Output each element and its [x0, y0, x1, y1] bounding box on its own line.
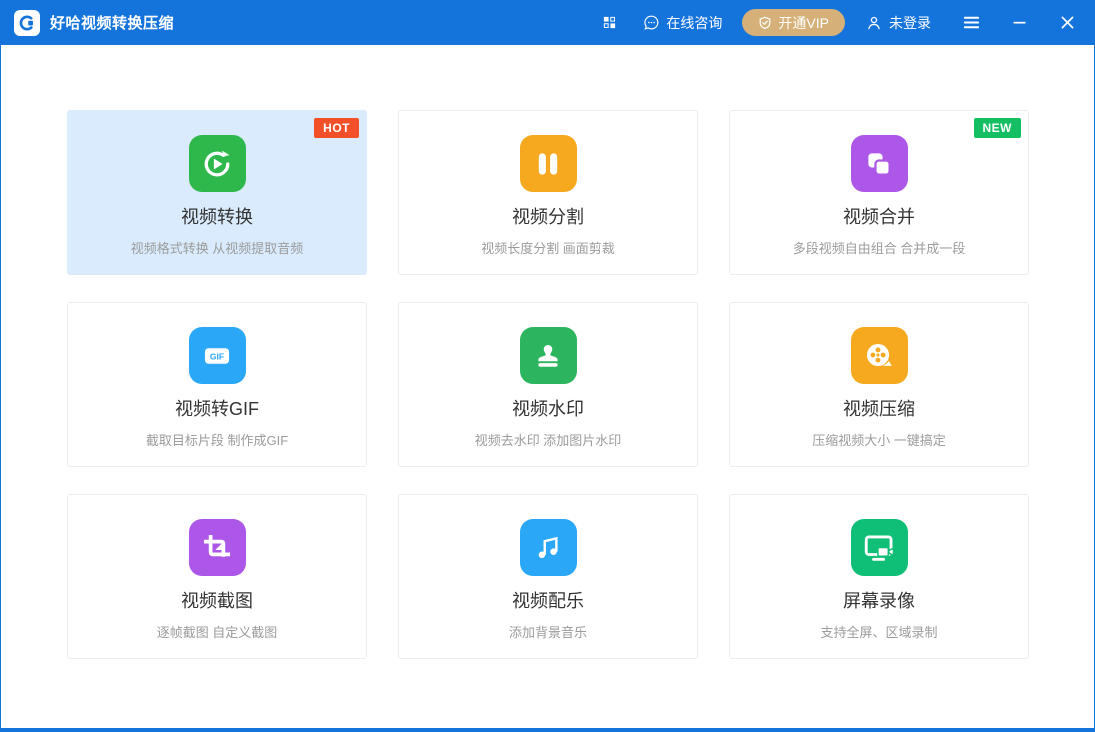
- card-title: 屏幕录像: [843, 587, 915, 613]
- main-content: HOT 视频转换 视频格式转换 从视频提取音频 视频分割 视频长度分割 画面剪裁…: [1, 45, 1094, 728]
- video-gif-icon: GIF: [189, 327, 246, 384]
- vip-button-label: 开通VIP: [778, 13, 829, 33]
- titlebar-left: 好哈视频转换压缩: [14, 10, 174, 36]
- card-video-music[interactable]: 视频配乐 添加背景音乐: [398, 494, 698, 659]
- card-title: 视频配乐: [512, 587, 584, 613]
- card-video-convert[interactable]: HOT 视频转换 视频格式转换 从视频提取音频: [67, 110, 367, 275]
- hot-badge: HOT: [314, 118, 359, 138]
- card-subtitle: 截取目标片段 制作成GIF: [146, 430, 288, 449]
- card-video-watermark[interactable]: 视频水印 视频去水印 添加图片水印: [398, 302, 698, 467]
- feature-grid: HOT 视频转换 视频格式转换 从视频提取音频 视频分割 视频长度分割 画面剪裁…: [67, 110, 1094, 659]
- video-merge-icon: [851, 135, 908, 192]
- login-status-label: 未登录: [889, 13, 931, 33]
- card-screen-record[interactable]: 屏幕录像 支持全屏、区域录制: [729, 494, 1029, 659]
- minimize-button[interactable]: [1005, 0, 1033, 45]
- video-watermark-icon: [520, 327, 577, 384]
- card-subtitle: 支持全屏、区域录制: [820, 622, 937, 641]
- online-support-label: 在线咨询: [666, 13, 722, 33]
- screen-record-icon: [851, 519, 908, 576]
- online-support-button[interactable]: 在线咨询: [643, 13, 722, 33]
- titlebar: 好哈视频转换压缩 在线咨询 开通VIP: [0, 0, 1095, 45]
- vip-button[interactable]: 开通VIP: [742, 9, 845, 36]
- card-title: 视频截图: [181, 587, 253, 613]
- card-subtitle: 压缩视频大小 一键搞定: [812, 430, 946, 449]
- card-title: 视频压缩: [843, 395, 915, 421]
- app-window: 好哈视频转换压缩 在线咨询 开通VIP: [0, 0, 1095, 732]
- card-video-gif[interactable]: GIF 视频转GIF 截取目标片段 制作成GIF: [67, 302, 367, 467]
- video-music-icon: [520, 519, 577, 576]
- app-title: 好哈视频转换压缩: [50, 12, 174, 33]
- svg-text:GIF: GIF: [210, 351, 224, 361]
- user-icon: [865, 14, 883, 32]
- card-video-snapshot[interactable]: 视频截图 逐帧截图 自定义截图: [67, 494, 367, 659]
- titlebar-right: 在线咨询 开通VIP 未登录: [595, 0, 1095, 45]
- card-title: 视频转GIF: [175, 395, 259, 421]
- card-video-merge[interactable]: NEW 视频合并 多段视频自由组合 合并成一段: [729, 110, 1029, 275]
- video-split-icon: [520, 135, 577, 192]
- video-snapshot-icon: [189, 519, 246, 576]
- app-logo-icon: [14, 10, 40, 36]
- close-button[interactable]: [1053, 0, 1081, 45]
- chat-icon: [643, 14, 660, 31]
- card-video-compress[interactable]: 视频压缩 压缩视频大小 一键搞定: [729, 302, 1029, 467]
- card-title: 视频转换: [181, 203, 253, 229]
- card-title: 视频水印: [512, 395, 584, 421]
- card-title: 视频分割: [512, 203, 584, 229]
- mini-grid-icon[interactable]: [595, 0, 623, 45]
- card-subtitle: 添加背景音乐: [509, 622, 587, 641]
- card-subtitle: 视频长度分割 画面剪裁: [481, 238, 615, 257]
- login-button[interactable]: 未登录: [865, 13, 931, 33]
- card-title: 视频合并: [843, 203, 915, 229]
- new-badge: NEW: [974, 118, 1022, 138]
- video-compress-icon: [851, 327, 908, 384]
- card-video-split[interactable]: 视频分割 视频长度分割 画面剪裁: [398, 110, 698, 275]
- card-subtitle: 视频去水印 添加图片水印: [475, 430, 622, 449]
- vip-shield-icon: [758, 16, 772, 30]
- menu-button[interactable]: [957, 0, 985, 45]
- video-convert-icon: [189, 135, 246, 192]
- card-subtitle: 多段视频自由组合 合并成一段: [793, 238, 966, 257]
- card-subtitle: 逐帧截图 自定义截图: [157, 622, 278, 641]
- card-subtitle: 视频格式转换 从视频提取音频: [131, 238, 304, 257]
